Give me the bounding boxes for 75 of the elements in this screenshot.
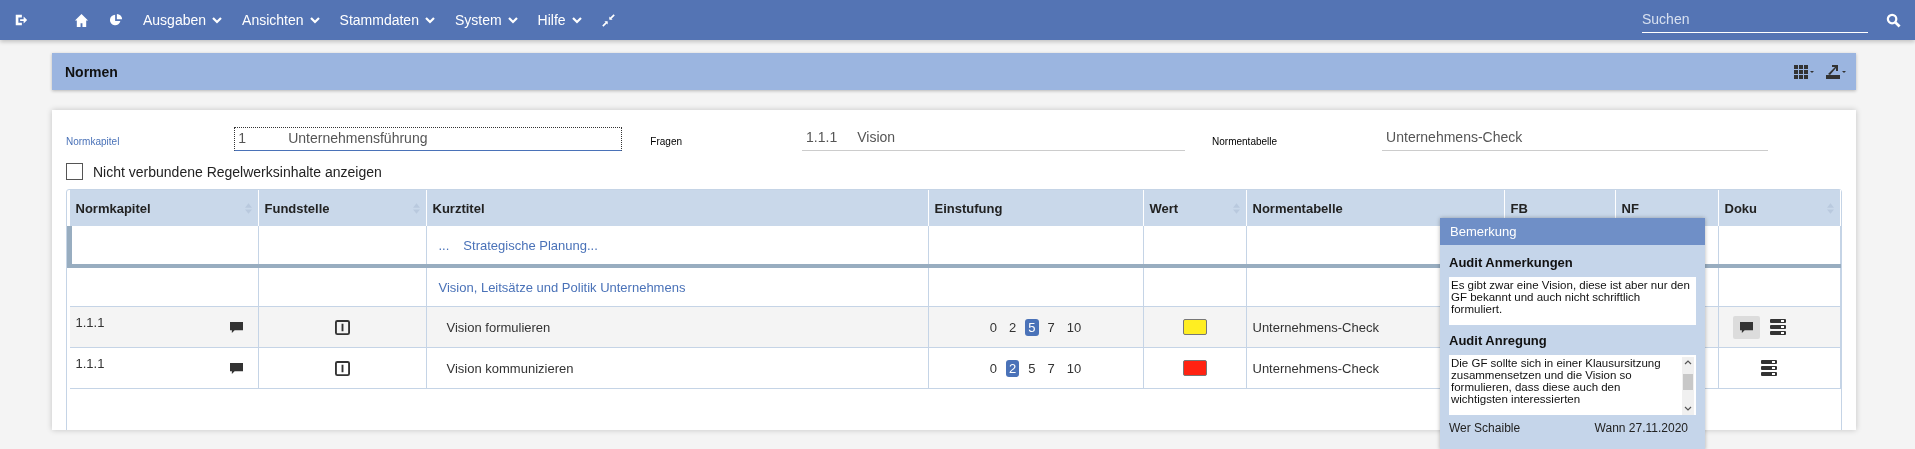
chevron-icon [212,16,223,24]
table-cell: Unternehmens-Check [1252,319,1379,335]
logout-icon[interactable] [14,13,28,27]
chapter-number: 1.1.1 [75,314,105,330]
rating-option[interactable]: 5 [1025,359,1039,377]
group-link[interactable]: Vision, Leitsätze und Politik Unternehmens [438,279,686,295]
row-title: Vision formulieren [445,319,551,335]
menu-button[interactable]: Hilfe [537,12,582,28]
checkbox[interactable] [66,163,83,180]
list-icon[interactable] [1769,319,1786,335]
column-header-cell[interactable]: Wert [1143,190,1246,226]
rating-option[interactable]: 7 [1044,318,1058,336]
chapter-number: 1.1.1 [75,355,105,371]
comment-icon [1738,320,1754,334]
rating-option[interactable]: 5 [1025,318,1039,336]
column-header: Doku [1724,200,1757,216]
pie-chart-icon[interactable] [109,13,123,27]
collapse-icon[interactable] [601,13,615,27]
info-box-icon[interactable] [334,360,350,376]
column-header-cell[interactable]: Normkapitel [69,190,258,226]
row-title: Vision kommunizieren [445,360,574,376]
column-header: Einstufung [934,200,1003,216]
column-header: FB [1510,200,1528,216]
chevron-icon [507,16,518,24]
text-area[interactable]: Es gibt zwar eine Vision, diese ist aber nur den GF bekannt und auch nicht schriftlich formuliert. [1449,277,1696,325]
rating-option[interactable]: 2 [1006,359,1020,377]
field-label: Normentabelle [1212,136,1278,149]
section-heading: Audit Anmerkungen [1449,255,1574,270]
menu-button[interactable]: Stammdaten [339,12,435,28]
column-header: Normentabelle [1252,200,1343,216]
column-header: NF [1621,200,1639,216]
export-icon[interactable] [1826,63,1846,80]
section-heading: Audit Anregung [1449,333,1548,348]
ellipsis-link[interactable]: ... [438,237,450,253]
rating-option[interactable]: 7 [1044,359,1058,377]
text-area[interactable]: Die GF sollte sich in einer Klausursitzung zusammensetzen und die Vision so formulieren, dass diese auch den wichtigsten interessierten [1449,355,1696,415]
select-field[interactable]: 1 Unternehmensführung [234,127,623,151]
select-field[interactable]: 1.1.1 Vision [802,126,1186,151]
scrollbar-icon[interactable] [1682,357,1694,415]
comment-button[interactable] [1732,315,1760,339]
popover-title: Bemerkung [1440,218,1705,245]
comment-icon[interactable] [228,320,244,334]
column-header-cell[interactable]: Doku [1718,190,1841,226]
search-field[interactable]: Suchen [1642,7,1868,33]
rating-option[interactable]: 2 [1006,318,1020,336]
rating-option[interactable]: 0 [986,318,1001,336]
author-label: Wer Schaible [1449,421,1521,435]
chevron-icon [309,16,320,24]
rating-option[interactable]: 10 [1063,318,1085,336]
menu-button[interactable]: Ausgaben [143,12,223,28]
chevron-icon [571,16,582,24]
date-label: Wann 27.11.2020 [1594,421,1688,435]
field-label: Fragen [650,136,683,149]
column-header: Wert [1149,200,1179,216]
menu-button[interactable]: Ansichten [242,12,320,28]
group-link[interactable]: Strategische Planung... [463,237,598,253]
rating-option[interactable]: 0 [986,359,1001,377]
menu-button[interactable]: System [454,12,518,28]
chevron-icon [424,16,435,24]
table-cell: Unternehmens-Check [1252,360,1379,376]
home-icon[interactable] [74,12,89,28]
column-header: Normkapitel [75,200,151,216]
select-field[interactable]: Unternehmens-Check [1382,126,1769,151]
search-icon[interactable] [1886,12,1901,28]
panel-title: Normen [65,63,119,80]
grid-menu-icon[interactable] [1794,64,1814,79]
field-label: Normkapitel [66,136,120,149]
column-header: Kurztitel [432,200,485,216]
column-header-cell[interactable]: Fundstelle [258,190,426,226]
column-header: Fundstelle [264,200,330,216]
list-icon[interactable] [1760,360,1777,376]
comment-icon[interactable] [228,361,244,375]
checkbox-label: Nicht verbundene Regelwerksinhalte anzeigen [93,163,382,180]
info-box-icon[interactable] [334,319,350,335]
rating-option[interactable]: 10 [1063,359,1085,377]
